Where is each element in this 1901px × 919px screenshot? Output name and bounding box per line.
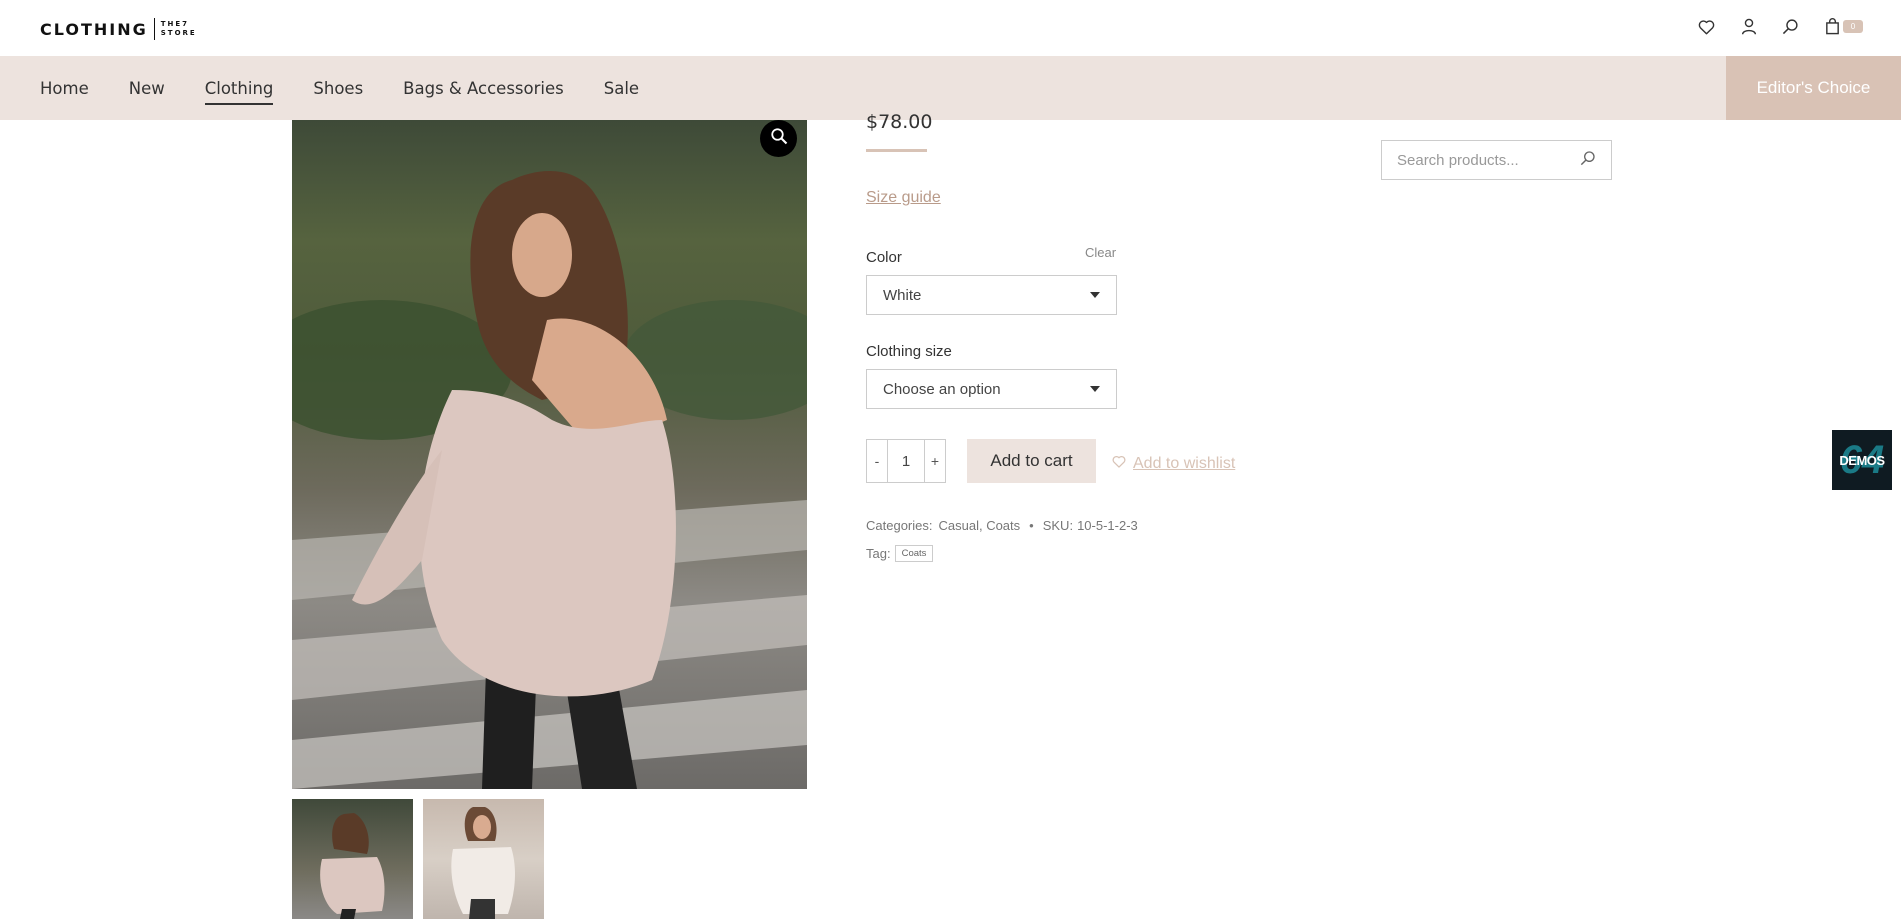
nav-item-new[interactable]: New xyxy=(129,73,165,104)
site-logo[interactable]: CLOTHING THE7 STORE xyxy=(40,17,197,41)
product-price: $78.00 xyxy=(866,111,933,133)
caret-down-icon xyxy=(1090,292,1100,298)
sku-value: 10-5-1-2-3 xyxy=(1077,518,1138,533)
search-products-input[interactable] xyxy=(1397,151,1567,169)
nav-item-bags-accessories[interactable]: Bags & Accessories xyxy=(403,73,564,104)
logo-separator xyxy=(153,18,155,40)
editors-choice-button[interactable]: Editor's Choice xyxy=(1726,56,1901,120)
quantity-decrease-button[interactable]: - xyxy=(867,440,887,482)
add-to-wishlist-label: Add to wishlist xyxy=(1133,455,1236,472)
logo-sub-top: THE7 xyxy=(160,20,190,28)
header-icons: 0 xyxy=(1697,17,1863,36)
price-divider xyxy=(866,149,927,152)
clothing-size-select-value: Choose an option xyxy=(883,380,1001,398)
quantity-input[interactable]: 1 xyxy=(887,440,925,482)
clear-selection-link[interactable]: Clear xyxy=(1085,245,1116,260)
product-thumbnail-2[interactable] xyxy=(423,799,544,919)
cart-count-badge: 0 xyxy=(1843,20,1863,33)
tag-link-coats[interactable]: Coats xyxy=(894,545,934,562)
zoom-icon xyxy=(770,127,788,150)
sku-label: SKU: xyxy=(1042,518,1074,533)
nav-item-clothing[interactable]: Clothing xyxy=(204,73,273,105)
categories-label: Categories: xyxy=(866,518,933,533)
color-select-value: White xyxy=(883,286,922,304)
search-icon[interactable] xyxy=(1781,17,1800,36)
nav-item-shoes[interactable]: Shoes xyxy=(313,73,363,104)
top-header: CLOTHING THE7 STORE 0 xyxy=(0,0,1901,56)
caret-down-icon xyxy=(1090,386,1100,392)
category-link-casual[interactable]: Casual xyxy=(938,518,978,533)
search-icon[interactable] xyxy=(1580,150,1596,171)
cart-button[interactable]: 0 xyxy=(1823,17,1863,36)
heart-icon[interactable] xyxy=(1697,17,1716,36)
add-to-wishlist-link[interactable]: Add to wishlist xyxy=(1112,455,1235,473)
nav-menu: Home New Clothing Shoes Bags & Accessori… xyxy=(40,56,679,120)
color-label: Color xyxy=(866,249,902,266)
product-thumbnail-1[interactable] xyxy=(292,799,413,919)
add-to-cart-button[interactable]: Add to cart xyxy=(967,439,1096,483)
heart-outline-icon xyxy=(1112,455,1126,473)
category-link-coats[interactable]: Coats xyxy=(986,518,1020,533)
quantity-increase-button[interactable]: + xyxy=(925,440,945,482)
product-tags: Tag: Coats xyxy=(866,545,934,562)
color-select[interactable]: White xyxy=(866,275,1117,315)
demos-button[interactable]: 64 DEMOS xyxy=(1832,430,1892,490)
tag-label: Tag: xyxy=(866,546,891,561)
product-search-box xyxy=(1381,140,1612,180)
product-meta: Categories: Casual, Coats • SKU: 10-5-1-… xyxy=(866,518,1138,533)
clothing-size-label: Clothing size xyxy=(866,343,952,360)
nav-item-sale[interactable]: Sale xyxy=(604,73,639,104)
logo-main-text: CLOTHING xyxy=(40,19,148,39)
logo-sub-text: THE7 STORE xyxy=(161,20,197,38)
main-navigation: Home New Clothing Shoes Bags & Accessori… xyxy=(0,56,1901,120)
zoom-button[interactable] xyxy=(760,120,797,157)
meta-bullet: • xyxy=(1029,518,1034,533)
bag-icon xyxy=(1823,17,1842,36)
clothing-size-select[interactable]: Choose an option xyxy=(866,369,1117,409)
demos-label: DEMOS xyxy=(1839,452,1885,468)
user-icon[interactable] xyxy=(1739,17,1758,36)
quantity-stepper: - 1 + xyxy=(866,439,946,483)
product-main-image[interactable] xyxy=(292,120,807,789)
nav-item-home[interactable]: Home xyxy=(40,73,89,104)
size-guide-link[interactable]: Size guide xyxy=(866,189,941,207)
categories-list: Casual, Coats xyxy=(938,518,1021,533)
logo-sub-bottom: STORE xyxy=(160,29,197,37)
